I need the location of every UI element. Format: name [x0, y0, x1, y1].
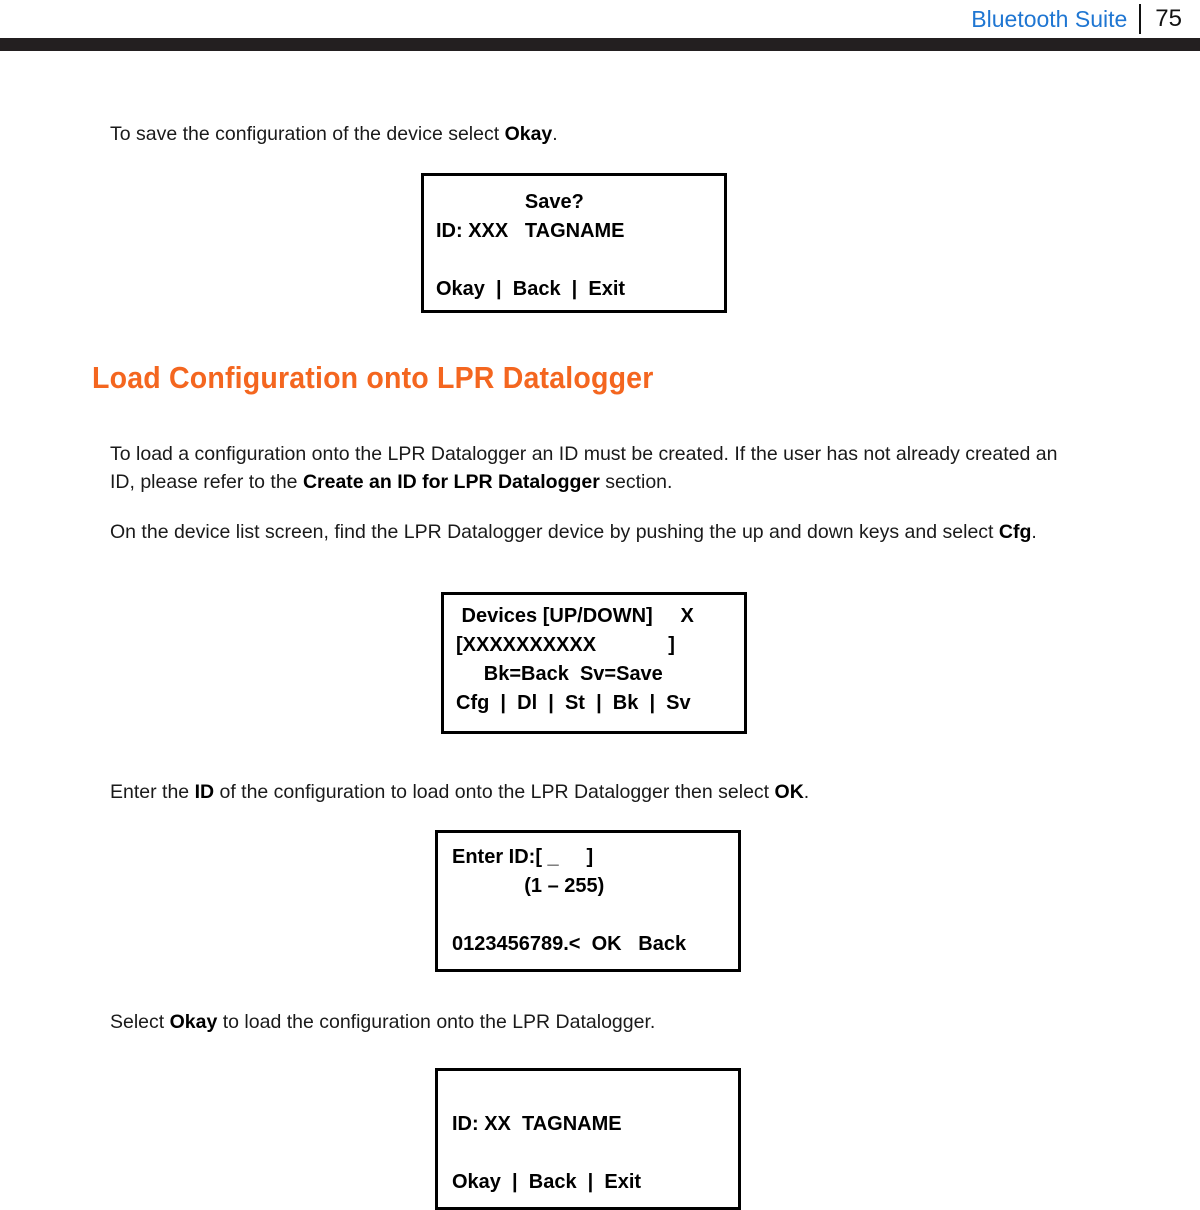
- p1-text-pre: To save the configuration of the device …: [110, 123, 505, 145]
- p4-bold-id: ID: [194, 781, 215, 803]
- lcd-line: [XXXXXXXXXX ]: [456, 634, 675, 656]
- p2-text-post: section.: [599, 471, 673, 493]
- lcd-line: [436, 246, 724, 275]
- paragraph-select-okay: Select Okay to load the configuration on…: [110, 1008, 1070, 1036]
- paragraph-device-list: On the device list screen, find the LPR …: [110, 518, 1100, 546]
- p5-text-pre: Select: [110, 1011, 170, 1033]
- lcd-line: Enter ID:[ _ ]: [452, 846, 594, 868]
- p4-bold-ok: OK: [774, 781, 804, 803]
- header-rule: [0, 38, 1200, 51]
- p1-bold-okay: Okay: [504, 123, 553, 145]
- lcd-line: [452, 901, 738, 930]
- lcd-line: Cfg | Dl | St | Bk | Sv: [456, 692, 691, 714]
- document-title: Bluetooth Suite: [971, 5, 1128, 32]
- p5-bold-okay: Okay: [169, 1011, 218, 1033]
- lcd-line: [452, 1139, 738, 1168]
- paragraph-load-config-intro: To load a configuration onto the LPR Dat…: [110, 440, 1060, 496]
- lcd-line: ID: XX TAGNAME: [452, 1113, 622, 1135]
- lcd-line: Devices [UP/DOWN] X: [456, 605, 694, 627]
- paragraph-save-config: To save the configuration of the device …: [110, 120, 1070, 148]
- lcd-line: 0123456789.< OK Back: [452, 933, 687, 955]
- lcd-line: Okay | Back | Exit: [452, 1171, 642, 1193]
- p3-text-post: .: [1031, 521, 1037, 543]
- p4-text-pre: Enter the: [110, 781, 195, 803]
- p4-text-post: .: [803, 781, 810, 803]
- lcd-line: ID: XXX TAGNAME: [436, 220, 625, 242]
- paragraph-enter-id: Enter the ID of the configuration to loa…: [110, 778, 1090, 806]
- lcd-line: Save?: [436, 191, 584, 213]
- lcd-screen-load-confirm: ID: XX TAGNAME Okay | Back | Exit: [435, 1068, 741, 1210]
- lcd-line: [452, 1081, 738, 1110]
- p3-text-pre: On the device list screen, find the LPR …: [110, 521, 999, 543]
- p5-text-post: to load the configuration onto the LPR D…: [217, 1011, 656, 1033]
- p4-text-mid: of the configuration to load onto the LP…: [214, 781, 775, 803]
- p1-text-post: .: [552, 123, 558, 145]
- page-number: 75: [1155, 5, 1182, 32]
- p3-bold-cfg: Cfg: [998, 521, 1032, 543]
- header-title-group: Bluetooth Suite 75: [971, 2, 1190, 36]
- lcd-line: (1 – 255): [452, 875, 605, 897]
- lcd-line: Okay | Back | Exit: [436, 278, 626, 300]
- page-header: Bluetooth Suite 75: [0, 0, 1200, 52]
- section-heading: Load Configuration onto LPR Datalogger: [92, 360, 654, 395]
- lcd-screen-save-confirm: Save? ID: XXX TAGNAME Okay | Back | Exit: [421, 173, 727, 313]
- lcd-screen-enter-id: Enter ID:[ _ ] (1 – 255) 0123456789.< OK…: [435, 830, 741, 972]
- lcd-screen-device-list: Devices [UP/DOWN] X [XXXXXXXXXX ] Bk=Bac…: [441, 592, 747, 734]
- lcd-line: Bk=Back Sv=Save: [456, 663, 663, 685]
- p2-bold-create-id: Create an ID for LPR Datalogger: [302, 471, 600, 493]
